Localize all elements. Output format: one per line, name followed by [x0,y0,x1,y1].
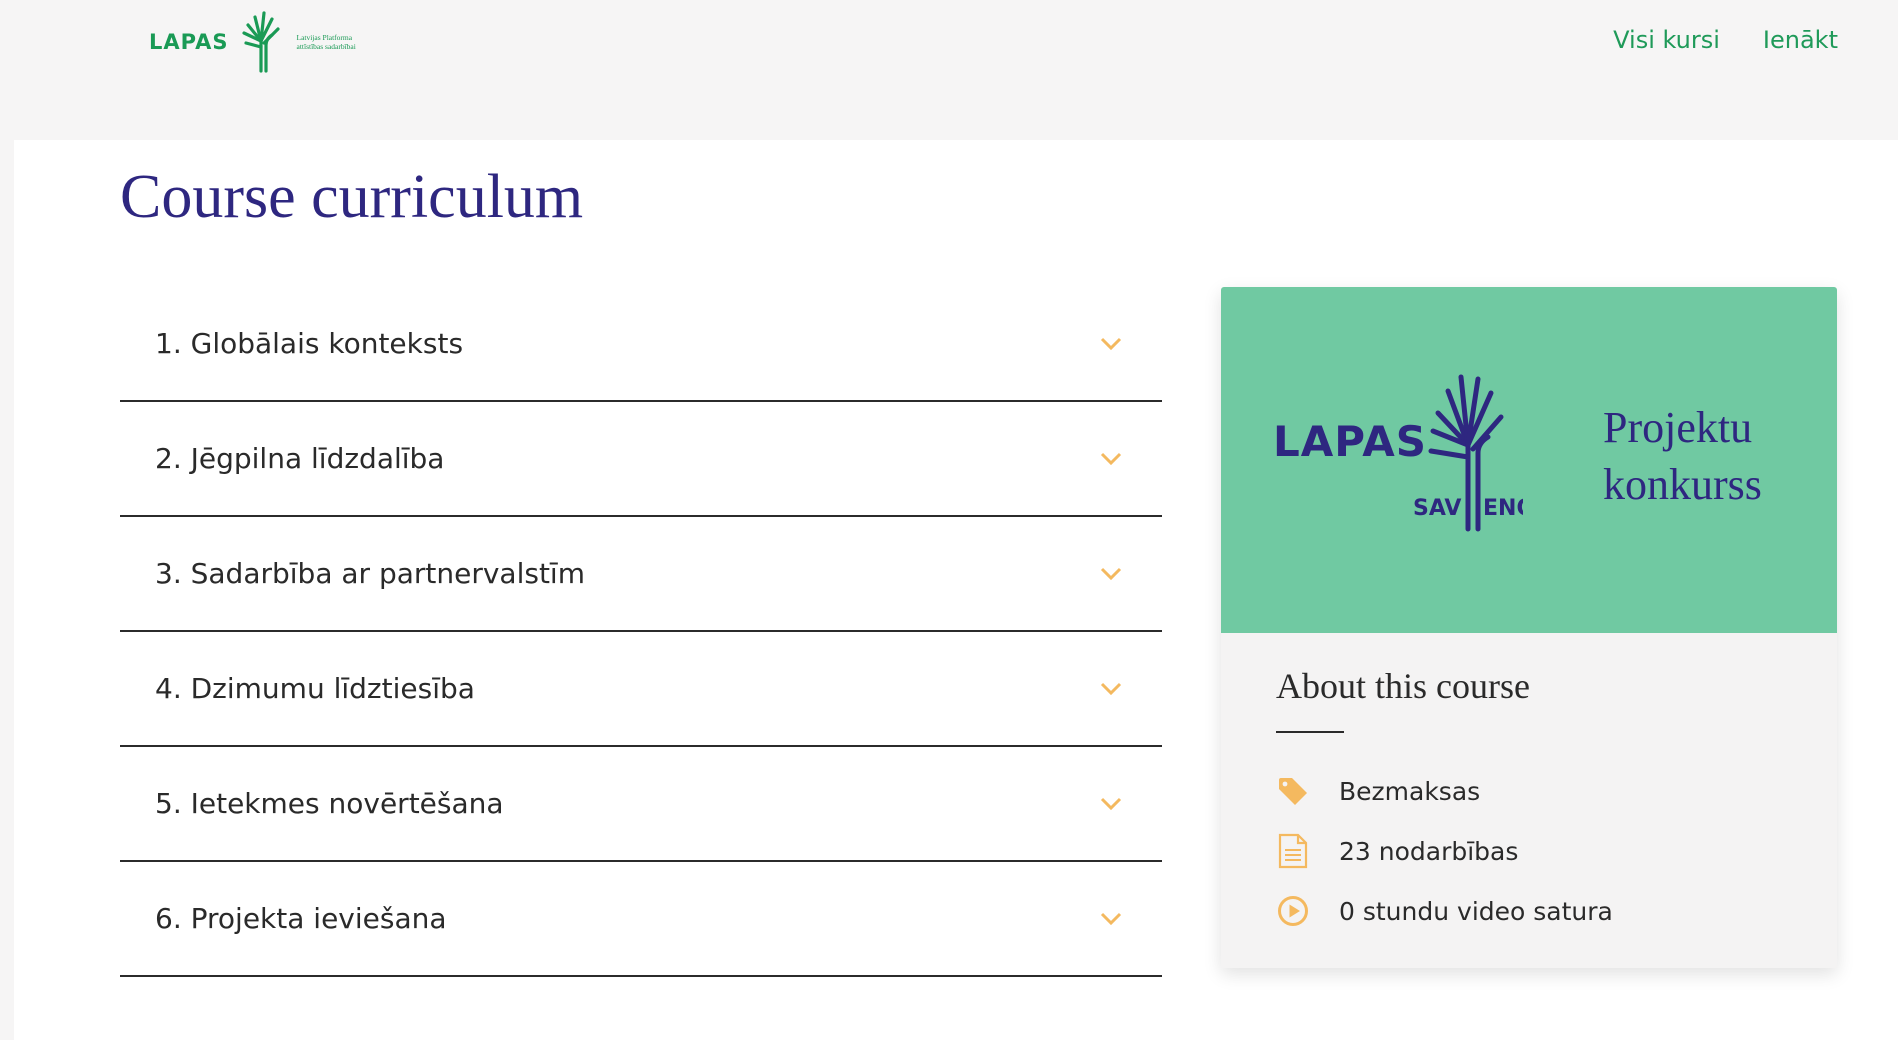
document-icon [1276,833,1310,869]
curriculum-list: 1. Globālais konteksts 2. Jēgpilna līdzd… [120,287,1162,977]
logo-text: LAPAS [149,30,229,54]
section-title: 3. Sadarbība ar partnervalstīm [155,557,585,590]
curriculum-section[interactable]: 5. Ietekmes novērtēšana [120,747,1162,862]
about-divider [1276,731,1344,733]
banner-logo-text: LAPAS [1273,417,1427,466]
chevron-down-icon [1100,567,1122,580]
lapas-logo[interactable]: LAPAS Latvijas Platforma attīstības sada… [149,10,376,74]
section-title: 5. Ietekmes novērtēšana [155,787,504,820]
play-icon [1276,894,1310,928]
chevron-down-icon [1100,912,1122,925]
section-title: 6. Projekta ieviešana [155,902,447,935]
about-section: About this course Bezmaksas 23 nodarbība… [1276,665,1613,941]
chevron-down-icon [1100,682,1122,695]
info-price-text: Bezmaksas [1339,776,1481,806]
section-title: 4. Dzimumu līdztiesība [155,672,475,705]
section-title: 2. Jēgpilna līdzdalība [155,442,445,475]
info-video-text: 0 stundu video satura [1339,896,1613,926]
tag-icon [1276,774,1310,808]
chevron-down-icon [1100,452,1122,465]
curriculum-section[interactable]: 6. Projekta ieviešana [120,862,1162,977]
banner-title-line2: konkurss [1603,460,1762,509]
lapas-saveno-logo-icon: LAPAS SAV ENO [1273,374,1523,532]
curriculum-section[interactable]: 2. Jēgpilna līdzdalība [120,402,1162,517]
course-info-card: LAPAS SAV ENO Projektu kon [1221,287,1837,968]
info-row-video: 0 stundu video satura [1276,881,1613,941]
info-lessons-text: 23 nodarbības [1339,836,1519,866]
course-banner: LAPAS SAV ENO Projektu kon [1221,287,1837,633]
site-header: LAPAS Latvijas Platforma attīstības sada… [0,0,1898,140]
banner-logo-sub-left: SAV [1413,496,1461,521]
main-content: Course curriculum 1. Globālais konteksts… [14,140,1898,1040]
chevron-down-icon [1100,337,1122,350]
logo-subtitle: Latvijas Platforma attīstības sadarbībai [296,33,376,51]
curriculum-section[interactable]: 4. Dzimumu līdztiesība [120,632,1162,747]
nav-login-link[interactable]: Ienākt [1763,26,1838,54]
banner-title-line1: Projektu [1603,403,1753,452]
page-title: Course curriculum [120,163,584,231]
logo-subtitle-line1: Latvijas Platforma [296,33,353,42]
top-nav: Visi kursi Ienākt [1613,26,1838,54]
section-title: 1. Globālais konteksts [155,327,464,360]
curriculum-section[interactable]: 3. Sadarbība ar partnervalstīm [120,517,1162,632]
chevron-down-icon [1100,797,1122,810]
info-row-price: Bezmaksas [1276,761,1613,821]
nav-all-courses-link[interactable]: Visi kursi [1613,26,1720,54]
banner-logo-sub-right: ENO [1483,496,1523,521]
curriculum-section[interactable]: 1. Globālais konteksts [120,287,1162,402]
banner-title: Projektu konkurss [1603,399,1762,513]
about-title: About this course [1276,666,1530,706]
tree-logo-icon [242,11,281,73]
logo-subtitle-line2: attīstības sadarbībai [296,42,356,51]
course-info-list: Bezmaksas 23 nodarbības 0 stundu video s… [1276,761,1613,941]
info-row-lessons: 23 nodarbības [1276,821,1613,881]
